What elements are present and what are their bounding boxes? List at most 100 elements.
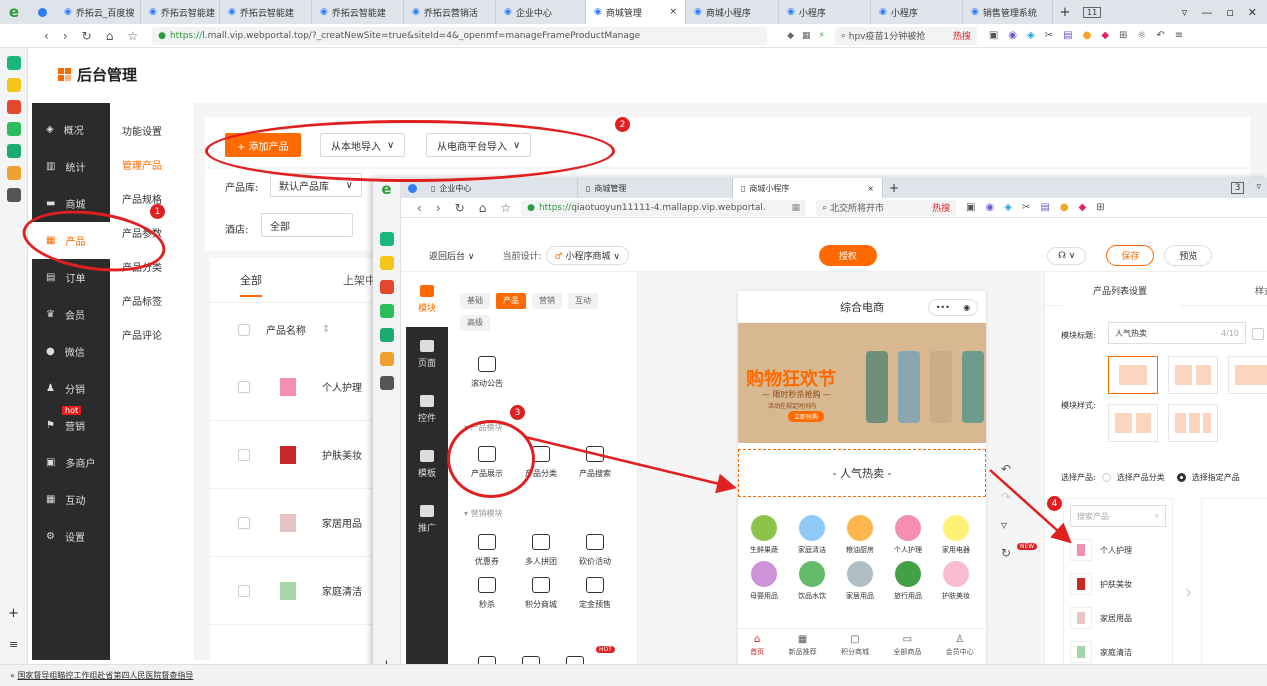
widget-category-tab[interactable]: 产品 (496, 293, 526, 309)
undo-icon[interactable]: ↶ (1001, 462, 1011, 476)
submenu-item[interactable]: 功能设置 (110, 113, 194, 147)
browser-tab[interactable]: ◉ 销售管理系统 (963, 0, 1053, 24)
product-name[interactable]: 家庭清洁 (322, 583, 362, 598)
phone-nav-item[interactable]: ▦ 新品推荐 (789, 634, 817, 657)
popup-side-app-icon[interactable] (379, 232, 394, 246)
submenu-item[interactable]: 管理产品 (110, 147, 194, 181)
popup-mail-icon[interactable] (379, 304, 394, 318)
hot-sale-section[interactable]: - 人气热卖 - (738, 449, 986, 497)
current-design-select[interactable]: ♂ 小程序商城 ∨ (545, 246, 629, 265)
widget-category-tab[interactable]: 基础 (460, 293, 490, 309)
phone-nav-item[interactable]: ⌂ 首页 (750, 634, 764, 657)
submenu-item[interactable]: 产品标签 (110, 283, 194, 317)
browser-tab[interactable]: ◉ 小程序 (871, 0, 963, 24)
scissors-icon[interactable]: ✂ (1045, 30, 1053, 41)
tab-close-icon[interactable]: × (669, 7, 677, 17)
browser-tab[interactable]: ◉ 小程序 (779, 0, 871, 24)
side-menu-icon[interactable]: ≡ (9, 638, 18, 651)
widget-category-tab[interactable]: 高级 (460, 315, 490, 331)
panda-icon[interactable] (6, 188, 21, 202)
widget-category-tab[interactable]: 互动 (568, 293, 598, 309)
home-icon[interactable]: ⌂ (106, 29, 114, 43)
status-collapse-icon[interactable]: « (10, 671, 17, 680)
popup-toolbar-icon-1[interactable]: ▣ (966, 202, 975, 213)
widget-category-tab[interactable]: 营销 (532, 293, 562, 309)
submenu-item[interactable]: 产品评论 (110, 317, 194, 351)
phone-category[interactable]: 护肤美妆 (932, 561, 980, 601)
popup-home-icon[interactable]: ⌂ (479, 201, 487, 215)
status-news-link[interactable]: 国家督导组瞄控工作组赴省第四人民医院督查指导 (17, 670, 193, 681)
browser-tab[interactable]: ◉ 乔拓云智能建 (141, 0, 220, 24)
phone-banner[interactable]: 购物狂欢节 — 限时秒杀抢购 — 活动在规定时间内 立即抢购 (738, 323, 986, 443)
style-option-2[interactable] (1168, 356, 1218, 394)
picker-product[interactable]: 护肤美妆 (1064, 567, 1172, 601)
phone-category[interactable]: 旅行用品 (884, 561, 932, 601)
product-name[interactable]: 护肤美妆 (322, 447, 362, 462)
shirt-icon[interactable]: ▿ (1182, 6, 1188, 19)
browser-tab[interactable]: ◉ 乔拓云营销活 (404, 0, 496, 24)
phone-nav-item[interactable]: ♙ 会员中心 (946, 634, 974, 657)
phone-nav-item[interactable]: ▭ 全部商品 (893, 634, 921, 657)
browser-tab[interactable]: ◉ 乔拓云智能建 (220, 0, 312, 24)
minimize-icon[interactable]: — (1201, 6, 1212, 19)
popup-reload-icon[interactable]: ↻ (455, 201, 465, 215)
popup-tab[interactable]: ▯ 商城小程序 × (733, 178, 883, 198)
widget-item[interactable]: 定金预售 (568, 577, 622, 610)
sidebar-item[interactable]: ♛ 会员 (32, 296, 110, 333)
widget-item[interactable]: 积分商城 (514, 577, 568, 610)
toolbar-icon-1[interactable]: ▣ (989, 30, 998, 41)
grid-icon[interactable]: ▦ (802, 31, 811, 41)
phone-category[interactable]: 家用电器 (932, 515, 980, 555)
sidebar-item[interactable]: ▥ 统计 (32, 148, 110, 185)
popup-shirt-icon[interactable]: ▿ (1256, 182, 1261, 194)
popup-star-icon[interactable]: ☆ (500, 201, 511, 215)
popup-search-box[interactable]: ⌕ 北交所将开市 热搜 (816, 199, 957, 216)
banner-button[interactable]: 立即抢购 (788, 411, 825, 422)
support-button[interactable]: ☊ ∨ (1046, 246, 1087, 265)
star-icon[interactable]: ☆ (127, 29, 138, 43)
phone-nav-item[interactable]: ▢ 积分商城 (841, 634, 869, 657)
tab-all[interactable]: 全部 (240, 272, 262, 288)
menu-icon[interactable]: ≡ (1175, 30, 1183, 41)
product-search-input[interactable]: 搜索产品 ⌕ (1070, 505, 1166, 527)
tab-close-icon[interactable]: × (867, 184, 874, 193)
back-icon[interactable]: ‹ (44, 29, 49, 43)
close-icon[interactable]: ✕ (1248, 6, 1257, 19)
browser-tab[interactable]: ◉ 商城小程序 (686, 0, 779, 24)
phone-category[interactable]: 个人护理 (884, 515, 932, 555)
sidebar-item[interactable]: ⚙ 设置 (32, 518, 110, 555)
widget-item[interactable]: 秒杀 (460, 577, 514, 610)
row-checkbox[interactable] (238, 584, 250, 597)
side-loop-icon[interactable] (6, 144, 21, 158)
phone-category[interactable]: 家庭清洁 (788, 515, 836, 555)
url-field[interactable]: ● https://l.mall.vip.webportal.top/?_cre… (152, 26, 768, 45)
select-all-checkbox[interactable] (238, 323, 250, 336)
sidebar-item[interactable]: ◈ 概况 (32, 111, 110, 148)
apps-icon[interactable]: ⊞ (1119, 30, 1127, 41)
redo-icon[interactable]: ↷ (1001, 490, 1011, 504)
browser-tab[interactable]: ◉ 乔拓云_百度搜 (56, 0, 141, 24)
widget-item[interactable]: 产品搜索 (568, 446, 622, 479)
widget-item[interactable]: 砍价活动 (568, 534, 622, 567)
save-button[interactable]: 保存 (1106, 245, 1155, 266)
tab-onsale[interactable]: 上架中 (343, 272, 376, 288)
phone-category[interactable]: 生鲜果蔬 (740, 515, 788, 555)
popup-panda-icon[interactable] (379, 376, 394, 390)
hotel-select[interactable]: 全部 (261, 213, 353, 237)
forward-icon[interactable]: › (63, 29, 68, 43)
browser-tab[interactable]: ◉ 乔拓云智能建 (312, 0, 404, 24)
product-name[interactable]: 个人护理 (322, 379, 362, 394)
sort-icon[interactable]: ⇕ (322, 324, 330, 335)
sidebar-item[interactable]: ⚑ 营销 hot (32, 406, 110, 444)
style-option-1[interactable] (1108, 356, 1158, 394)
restore-icon[interactable]: ▫ (1226, 6, 1233, 19)
side-game-icon[interactable] (6, 166, 21, 180)
row-checkbox[interactable] (238, 516, 250, 529)
popup-grid-icon[interactable]: ▦ (792, 203, 801, 213)
side-add-icon[interactable]: + (8, 606, 19, 621)
popup-nav-icon[interactable] (401, 183, 423, 193)
toolbar-icon-2[interactable]: ◉ (1008, 30, 1017, 41)
row-checkbox[interactable] (238, 448, 250, 461)
editor-vtab[interactable]: 模板 (406, 437, 448, 492)
popup-apps-icon[interactable]: ⊞ (1096, 202, 1104, 213)
